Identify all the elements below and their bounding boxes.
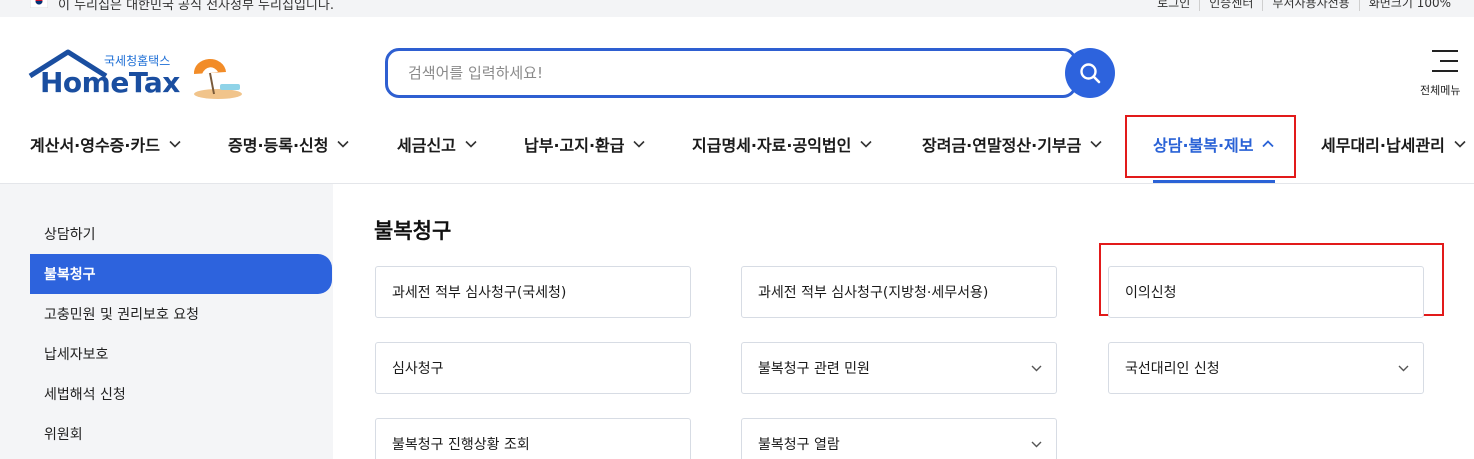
gnb-item-incentives[interactable]: 장려금·연말정산·기부금 xyxy=(922,130,1102,158)
sidebar-item-appeal[interactable]: 불복청구 xyxy=(30,254,332,294)
logo-title: HomeTax xyxy=(40,66,180,99)
card-pre-assessment-nts[interactable]: 과세전 적부 심사청구(국세청) xyxy=(375,266,691,318)
gnb-item-label: 장려금·연말정산·기부금 xyxy=(922,136,1082,155)
gnb-item-tax-agent[interactable]: 세무대리·납세관리 xyxy=(1321,130,1466,158)
gnb-item-statements[interactable]: 지급명세·자료·공익법인 xyxy=(692,130,872,158)
sidebar: 상담하기 불복청구 고충민원 및 권리보호 요청 납세자보호 세법해석 신청 위… xyxy=(0,184,333,459)
sidebar-item-label: 불복청구 xyxy=(44,267,96,283)
page-title: 불복청구 xyxy=(374,219,452,243)
gnb-item-label: 계산서·영수증·카드 xyxy=(30,136,160,155)
sidebar-item-label: 납세자보호 xyxy=(44,347,109,363)
chevron-down-icon xyxy=(860,140,872,148)
util-links: 로그인 인증센터 부서사용자전용 화면크기 100% xyxy=(1148,0,1460,11)
top-utility-bar: 이 누리집은 대한민국 공식 전자정부 누리집입니다. 로그인 인증센터 부서사… xyxy=(0,0,1474,17)
gnb-item-tax-filing[interactable]: 세금신고 xyxy=(397,130,477,158)
sidebar-item-tax-interpretation[interactable]: 세법해석 신청 xyxy=(30,374,332,414)
chevron-down-icon xyxy=(1454,140,1466,148)
gnb-item-label: 세무대리·납세관리 xyxy=(1321,136,1445,155)
sidebar-item-label: 세법해석 신청 xyxy=(44,387,126,403)
card-objection[interactable]: 이의신청 xyxy=(1108,266,1424,318)
sidebar-item-label: 상담하기 xyxy=(44,227,96,243)
chevron-down-icon xyxy=(1031,365,1042,372)
chevron-down-icon xyxy=(1090,140,1102,148)
gnb-item-certificates[interactable]: 증명·등록·신청 xyxy=(228,130,350,158)
card-label: 불복청구 관련 민원 xyxy=(758,361,870,377)
card-appeal-civil-petition[interactable]: 불복청구 관련 민원 xyxy=(741,342,1057,394)
cert-center-link[interactable]: 인증센터 xyxy=(1199,0,1262,11)
gnb-item-payment[interactable]: 납부·고지·환급 xyxy=(524,130,646,158)
gnb-item-label: 세금신고 xyxy=(397,136,456,155)
beach-umbrella-icon xyxy=(193,58,242,99)
search-box xyxy=(385,48,1077,98)
sidebar-item-committee[interactable]: 위원회 xyxy=(30,414,332,454)
hometax-logo[interactable]: 국세청홈택스 HomeTax xyxy=(28,48,248,104)
all-menu-label: 전체메뉴 xyxy=(1420,84,1461,97)
login-link[interactable]: 로그인 xyxy=(1148,0,1199,11)
highlight-box-gnb xyxy=(1125,115,1296,178)
gnb-item-label: 지급명세·자료·공익법인 xyxy=(692,136,852,155)
chevron-down-icon xyxy=(633,140,646,148)
search-input[interactable] xyxy=(388,51,1074,95)
card-pre-assessment-regional[interactable]: 과세전 적부 심사청구(지방청·세무서용) xyxy=(741,266,1057,318)
sidebar-item-taxpayer-protection[interactable]: 납세자보호 xyxy=(30,334,332,374)
chevron-down-icon xyxy=(1398,365,1409,372)
all-menu-button[interactable]: 전체메뉴 xyxy=(1418,50,1474,100)
card-label: 국선대리인 신청 xyxy=(1125,361,1220,377)
active-tab-underline xyxy=(1153,180,1275,183)
sidebar-item-consult[interactable]: 상담하기 xyxy=(30,214,332,254)
card-label: 불복청구 진행상황 조회 xyxy=(392,437,530,453)
chevron-down-icon xyxy=(337,140,350,148)
card-label: 과세전 적부 심사청구(지방청·세무서용) xyxy=(758,285,989,301)
card-appeal-browse[interactable]: 불복청구 열람 xyxy=(741,418,1057,459)
sidebar-item-grievance[interactable]: 고충민원 및 권리보호 요청 xyxy=(30,294,332,334)
card-public-attorney[interactable]: 국선대리인 신청 xyxy=(1108,342,1424,394)
hamburger-icon xyxy=(1432,50,1458,72)
korea-flag-icon xyxy=(30,0,48,8)
card-label: 심사청구 xyxy=(392,361,444,377)
card-label: 과세전 적부 심사청구(국세청) xyxy=(392,285,567,301)
chevron-down-icon xyxy=(169,140,181,148)
sidebar-item-label: 위원회 xyxy=(44,427,83,443)
card-label: 불복청구 열람 xyxy=(758,437,840,453)
search-button[interactable] xyxy=(1065,48,1115,98)
card-review-request[interactable]: 심사청구 xyxy=(375,342,691,394)
zoom-level-link[interactable]: 화면크기 100% xyxy=(1358,0,1460,11)
gnb-item-receipts[interactable]: 계산서·영수증·카드 xyxy=(30,130,181,158)
card-appeal-status[interactable]: 불복청구 진행상황 조회 xyxy=(375,418,691,459)
gnb-item-label: 증명·등록·신청 xyxy=(228,136,329,155)
chevron-down-icon xyxy=(465,140,477,148)
gnb-item-label: 납부·고지·환급 xyxy=(524,136,625,155)
search-icon xyxy=(1080,63,1101,84)
sidebar-item-label: 고충민원 및 권리보호 요청 xyxy=(44,307,200,323)
card-label: 이의신청 xyxy=(1125,285,1177,301)
staff-only-link[interactable]: 부서사용자전용 xyxy=(1262,0,1358,11)
gov-notice: 이 누리집은 대한민국 공식 전자정부 누리집입니다. xyxy=(58,0,334,13)
chevron-down-icon xyxy=(1031,441,1042,448)
